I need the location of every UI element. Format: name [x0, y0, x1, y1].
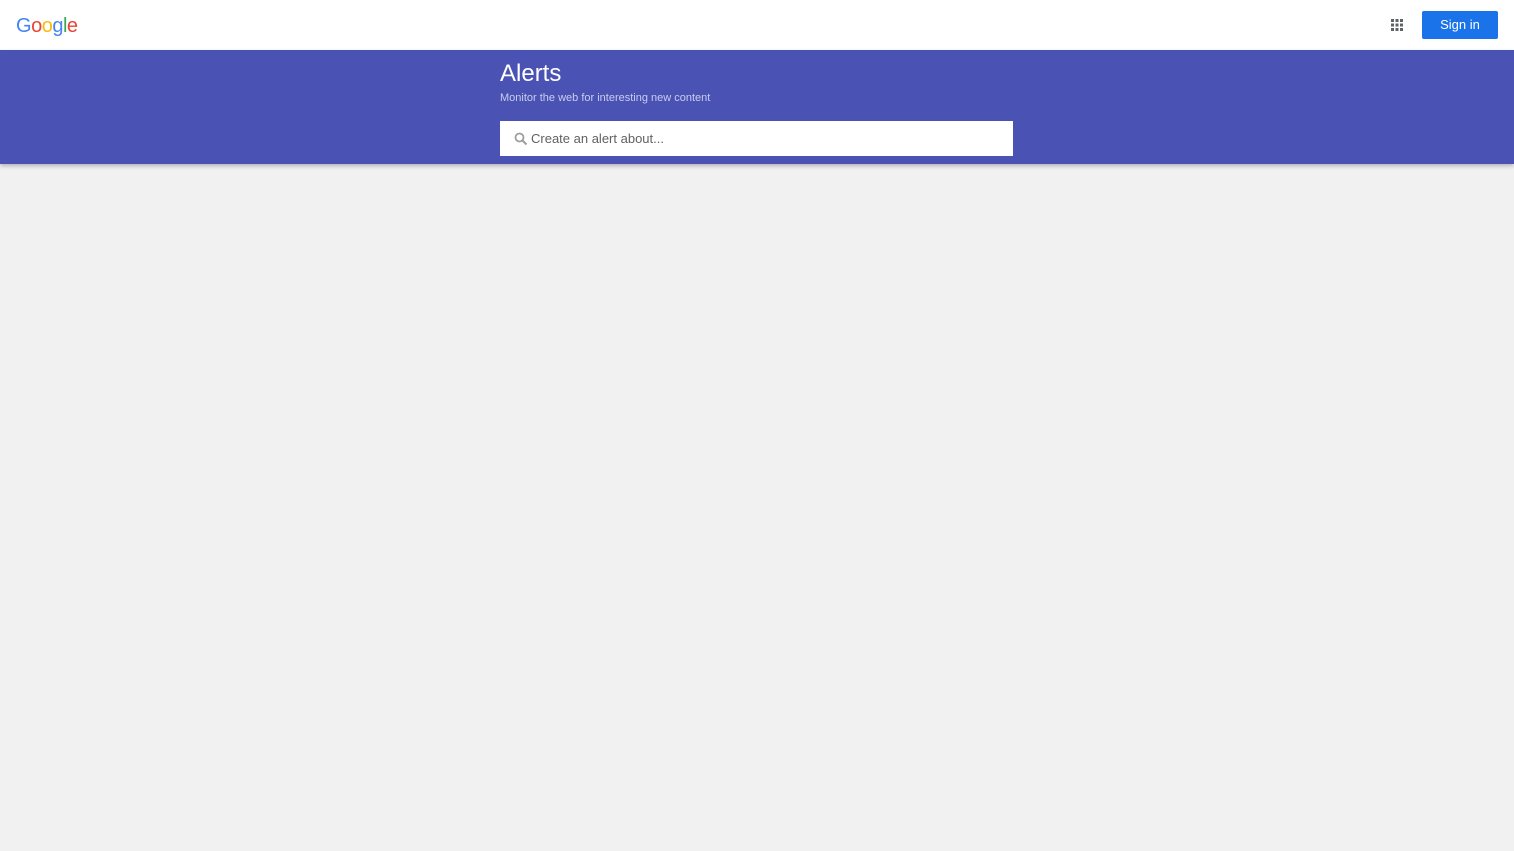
logo-letter: e [66, 15, 78, 37]
alerts-banner: Alerts Monitor the web for interesting n… [0, 50, 1514, 164]
page-title: Alerts [500, 60, 562, 87]
search-icon [514, 132, 528, 146]
google-logo[interactable]: Google [16, 14, 78, 38]
logo-letter: o [31, 15, 42, 37]
logo-letter: g [52, 15, 63, 37]
apps-button[interactable] [1385, 13, 1409, 37]
alert-search-box[interactable] [500, 121, 1013, 156]
logo-letter: o [41, 15, 53, 37]
page-subtitle: Monitor the web for interesting new cont… [500, 92, 711, 104]
top-bar: Google Sign in [0, 0, 1514, 50]
grid-apps-icon [1391, 19, 1403, 31]
sign-in-button[interactable]: Sign in [1422, 11, 1498, 39]
alert-query-input[interactable] [531, 121, 1001, 156]
logo-letter: G [16, 15, 32, 37]
